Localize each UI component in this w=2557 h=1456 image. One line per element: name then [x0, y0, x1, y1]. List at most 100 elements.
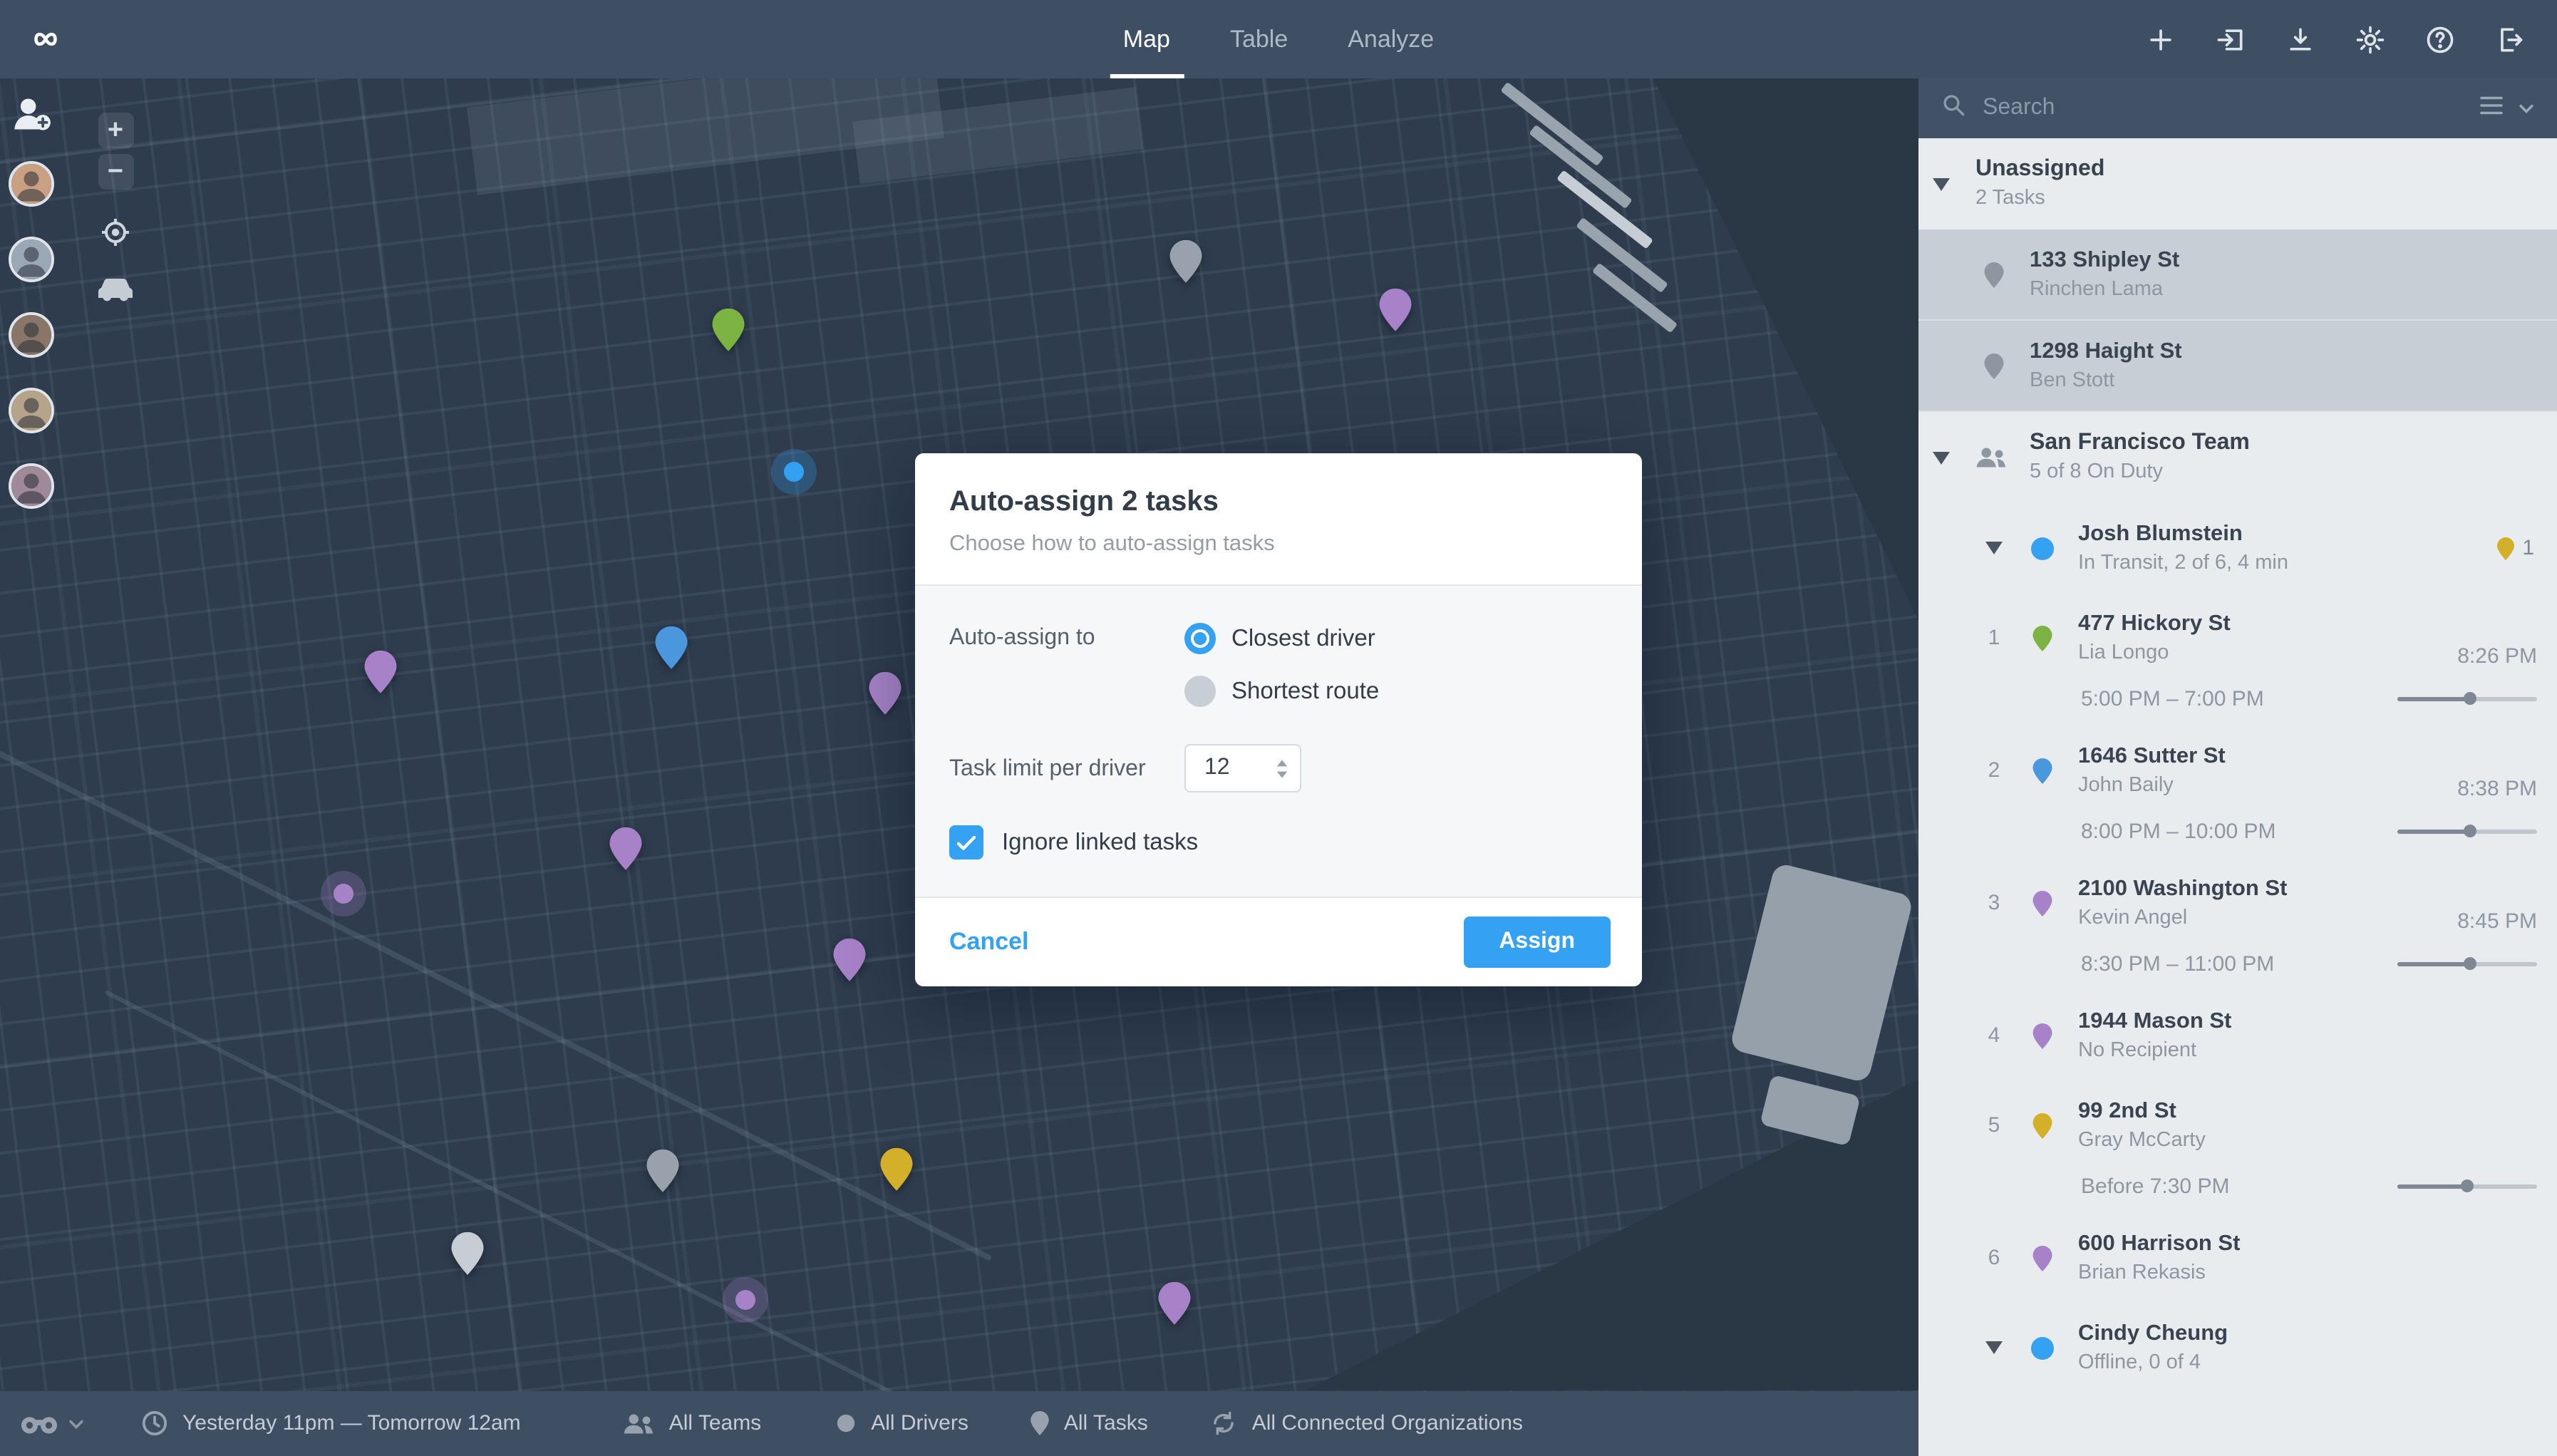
zoom-in-button[interactable]: + [98, 113, 133, 148]
caret-down-icon[interactable] [1918, 177, 1964, 190]
task-pin-icon [2032, 1112, 2052, 1138]
map-task-pin[interactable] [609, 827, 642, 870]
locate-button[interactable] [100, 217, 131, 255]
chevron-down-icon[interactable] [2519, 95, 2534, 121]
gear-icon[interactable] [2353, 23, 2386, 56]
sync-icon [1211, 1410, 1238, 1437]
chevron-down-icon [68, 1411, 84, 1435]
unassigned-task-row[interactable]: 133 Shipley St Rinchen Lama [1918, 229, 2557, 321]
tab-table[interactable]: Table [1230, 0, 1288, 78]
driver-avatar[interactable] [9, 237, 54, 282]
caret-down-icon[interactable] [1918, 451, 1964, 464]
driver-status-dot [2031, 537, 2054, 559]
help-icon[interactable] [2423, 23, 2456, 56]
driver-row[interactable]: Josh Blumstein In Transit, 2 of 6, 4 min… [1918, 503, 2557, 593]
task-limit-input[interactable] [1186, 754, 1251, 783]
radio-selected-icon[interactable] [1184, 623, 1216, 654]
binoculars-icon [20, 1412, 58, 1435]
driver-task-row[interactable]: 5 99 2nd St Gray McCarty Before 7:30 PM [1918, 1080, 2557, 1213]
driver-row[interactable]: Cindy Cheung Offline, 0 of 4 [1918, 1303, 2557, 1393]
section-team-header[interactable]: San Francisco Team 5 of 8 On Duty [1918, 412, 2557, 503]
cancel-button[interactable]: Cancel [949, 928, 1029, 956]
section-unassigned-header[interactable]: Unassigned 2 Tasks [1918, 138, 2557, 229]
task-address: 133 Shipley St [2030, 247, 2180, 272]
driver-avatar[interactable] [9, 312, 54, 358]
organizations-filter-label: All Connected Organizations [1251, 1411, 1523, 1435]
driver-task-row[interactable]: 1 477 Hickory St Lia Longo 8:26 PM 5:00 … [1918, 593, 2557, 726]
task-address: 600 Harrison St [2078, 1231, 2241, 1256]
app-logo-infinity[interactable] [20, 20, 71, 58]
organizations-filter[interactable]: All Connected Organizations [1211, 1410, 1523, 1437]
import-icon[interactable] [2214, 23, 2246, 56]
map-driver-dot[interactable] [771, 449, 817, 495]
logout-icon[interactable] [2493, 23, 2526, 56]
task-recipient: Rinchen Lama [2030, 277, 2163, 301]
map-task-pin[interactable] [833, 938, 866, 981]
driver-task-row[interactable]: 2 1646 Sutter St John Baily 8:38 PM 8:00… [1918, 726, 2557, 858]
add-driver-icon[interactable] [11, 94, 51, 131]
task-number: 1 [1988, 626, 2000, 650]
task-address: 477 Hickory St [2078, 611, 2231, 636]
map-task-pin[interactable] [451, 1232, 484, 1275]
task-time-slider[interactable] [2397, 1179, 2537, 1192]
assign-to-label: Auto-assign to [949, 626, 1095, 650]
list-view-icon[interactable] [2479, 95, 2504, 122]
search-input[interactable] [1980, 94, 2464, 123]
map-driver-dot[interactable] [723, 1277, 768, 1323]
tab-map[interactable]: Map [1123, 0, 1170, 78]
teams-filter-label: All Teams [668, 1411, 762, 1435]
map-task-pin[interactable] [1169, 239, 1202, 283]
stepper-arrows-icon[interactable] [1276, 759, 1288, 778]
unassigned-task-row[interactable]: 1298 Haight St Ben Stott [1918, 321, 2557, 412]
people-icon [1964, 446, 2018, 469]
task-recipient: Lia Longo [2078, 641, 2169, 664]
driver-avatar[interactable] [9, 388, 54, 433]
task-time-slider[interactable] [2397, 692, 2537, 705]
tasks-filter[interactable]: All Tasks [1031, 1411, 1148, 1435]
drivers-filter-label: All Drivers [871, 1411, 968, 1435]
map-task-pin[interactable] [1379, 288, 1412, 331]
driver-task-row[interactable]: 6 600 Harrison St Brian Rekasis [1918, 1213, 2557, 1303]
map-task-pin[interactable] [712, 308, 745, 351]
time-range-filter[interactable]: Yesterday 11pm — Tomorrow 12am [141, 1410, 521, 1437]
task-time-slider[interactable] [2397, 825, 2537, 837]
assign-button[interactable]: Assign [1463, 917, 1611, 968]
download-icon[interactable] [2283, 23, 2316, 56]
radio-shortest-route[interactable]: Shortest route [1184, 676, 1379, 707]
map-task-pin[interactable] [364, 650, 397, 693]
zoom-out-button[interactable]: − [98, 154, 133, 190]
task-pin-icon [2032, 758, 2052, 783]
driver-task-row[interactable]: 4 1944 Mason St No Recipient [1918, 991, 2557, 1080]
caret-down-icon[interactable] [1970, 542, 2018, 554]
tab-analyze[interactable]: Analyze [1348, 0, 1434, 78]
driver-avatar[interactable] [9, 161, 54, 207]
map-task-pin[interactable] [869, 671, 902, 715]
map-driver-dot[interactable] [321, 871, 366, 917]
traffic-car-button[interactable] [97, 275, 134, 311]
add-icon[interactable] [2144, 23, 2176, 56]
view-finder-control[interactable] [20, 1411, 84, 1435]
task-number: 6 [1988, 1246, 2000, 1270]
driver-status: Offline, 0 of 4 [2078, 1351, 2201, 1374]
radio-unselected-icon[interactable] [1184, 676, 1216, 707]
drivers-filter[interactable]: All Drivers [835, 1411, 968, 1435]
task-number: 5 [1988, 1113, 2000, 1137]
driver-avatar-rail [7, 94, 56, 509]
map-task-pin[interactable] [880, 1147, 913, 1191]
map-task-pin[interactable] [1158, 1281, 1191, 1325]
task-limit-input-wrap [1184, 744, 1301, 792]
task-pin-icon [2032, 1245, 2052, 1271]
map-controls: + − [97, 113, 134, 311]
radio-closest-driver[interactable]: Closest driver [1184, 623, 1379, 654]
map-task-pin[interactable] [655, 626, 688, 669]
driver-avatar[interactable] [9, 463, 54, 509]
map-task-pin[interactable] [646, 1149, 679, 1192]
task-time-slider[interactable] [2397, 957, 2537, 970]
clock-icon [141, 1410, 168, 1437]
badge-count: 1 [2522, 536, 2534, 560]
caret-down-icon[interactable] [1970, 1341, 2018, 1354]
task-sidebar: Unassigned 2 Tasks 133 Shipley St Rinche… [1918, 78, 2557, 1456]
driver-task-row[interactable]: 3 2100 Washington St Kevin Angel 8:45 PM… [1918, 858, 2557, 991]
teams-filter[interactable]: All Teams [624, 1411, 762, 1435]
ignore-linked-checkbox[interactable] [949, 825, 983, 859]
